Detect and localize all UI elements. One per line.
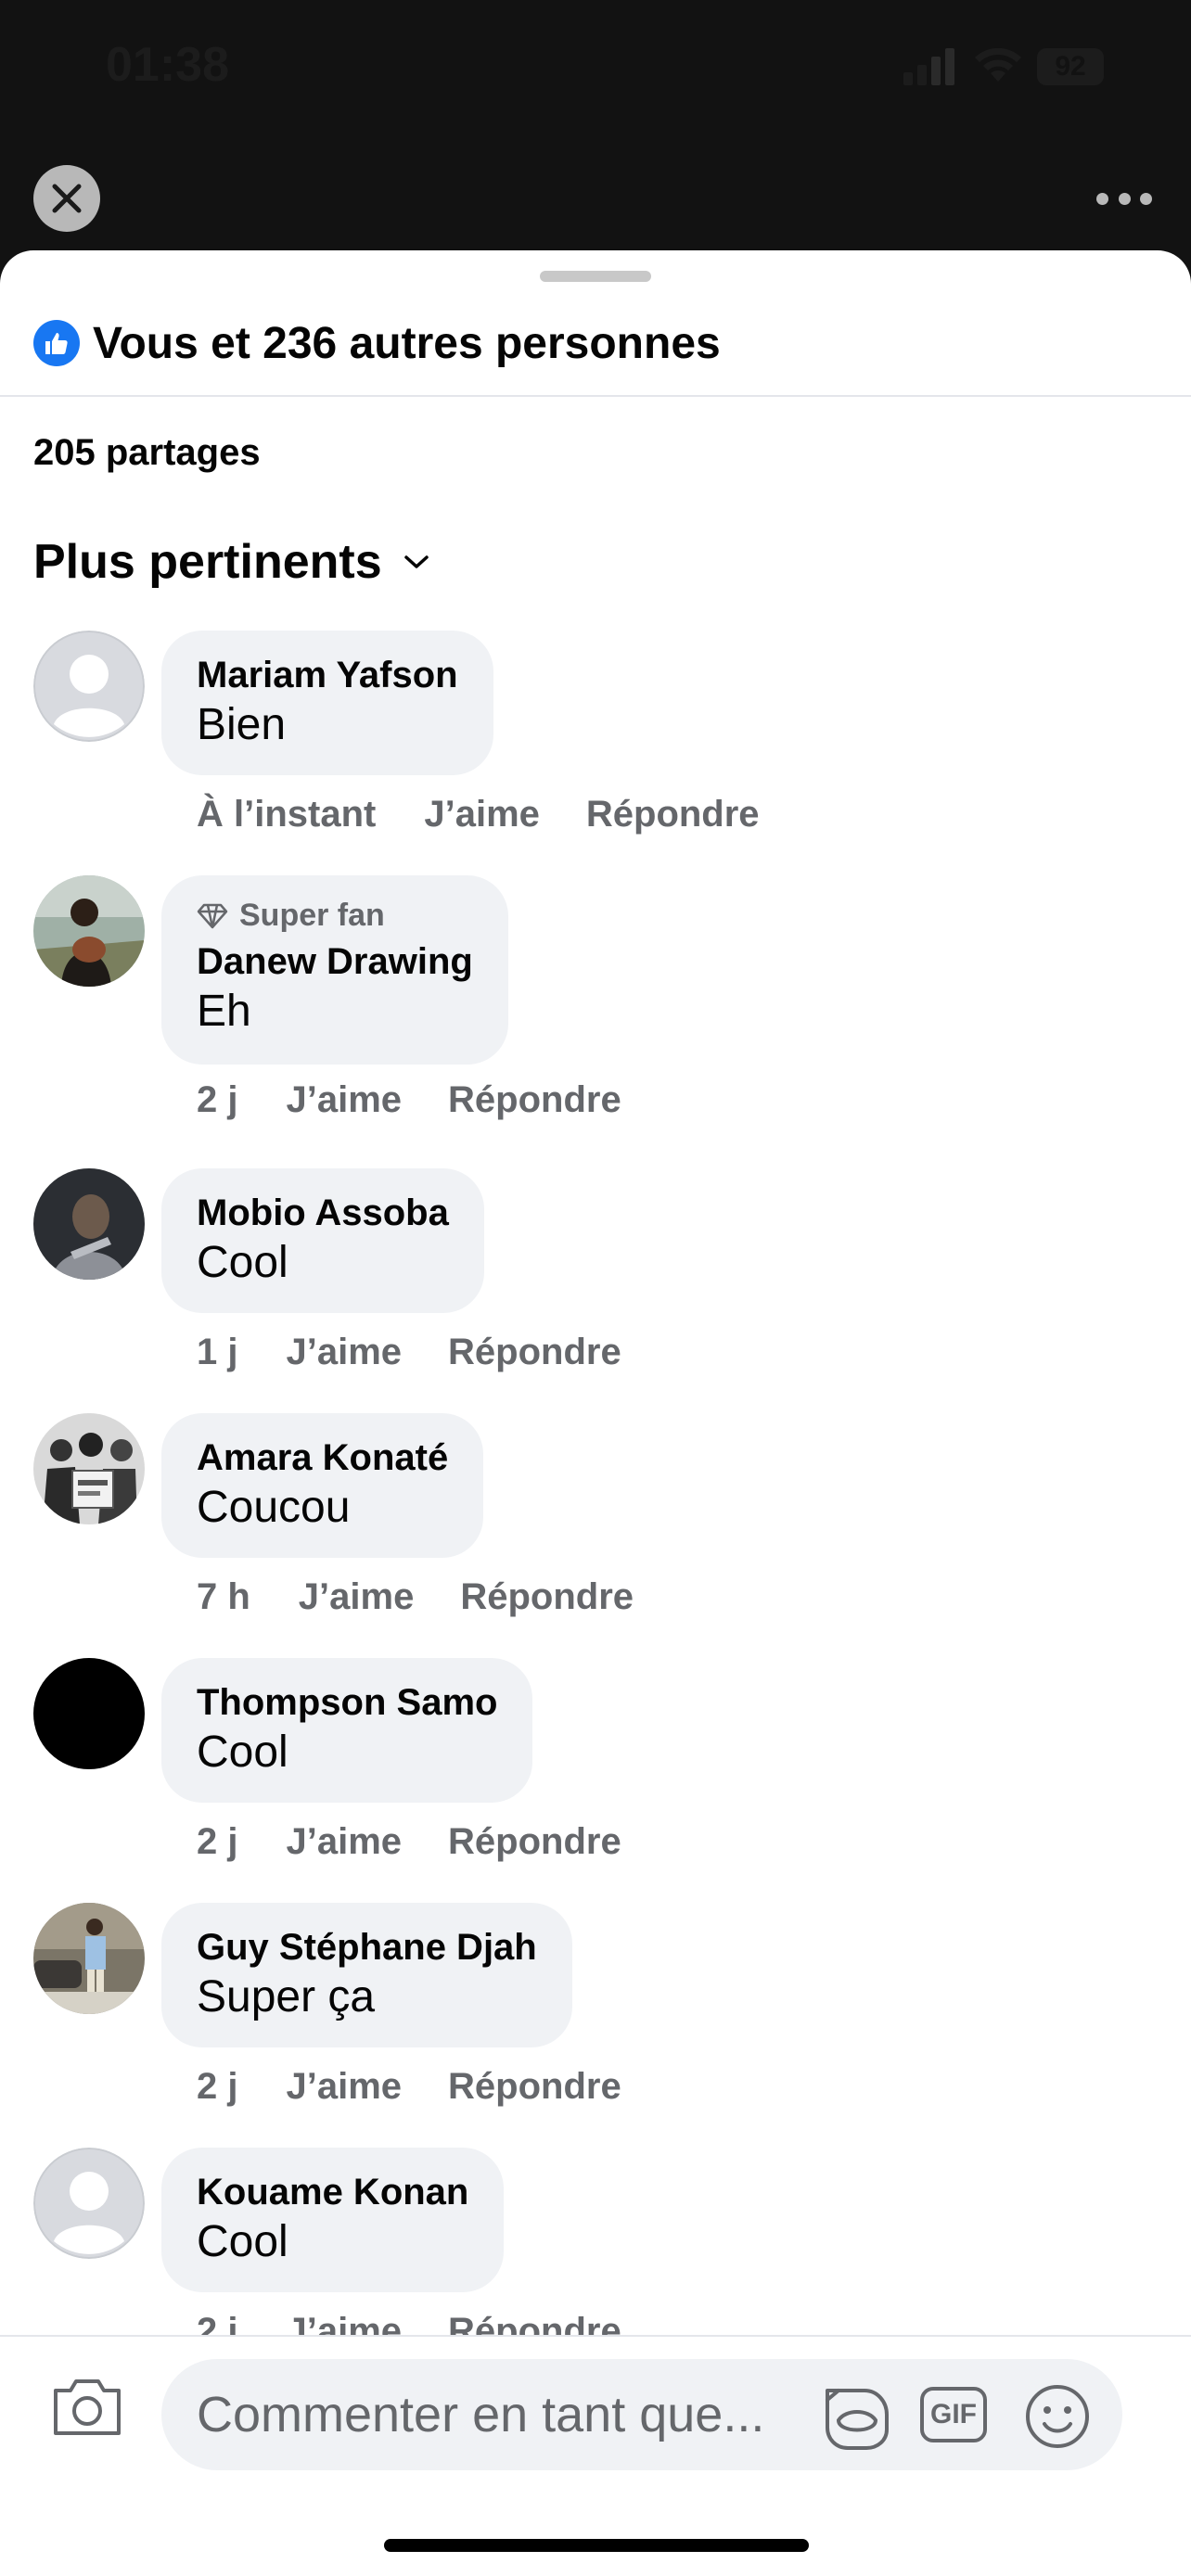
comment-author[interactable]: Amara Konaté (197, 1435, 448, 1480)
comment-timestamp: 2 j (197, 2066, 238, 2107)
more-dot (1096, 192, 1108, 205)
comment-item: Guy Stéphane Djah Super ça 2 j J’aime Ré… (0, 1903, 1191, 2148)
avatar[interactable] (33, 1903, 145, 2014)
reactions-summary[interactable]: Vous et 236 autres personnes (33, 315, 721, 371)
gif-button[interactable]: GIF (920, 2387, 987, 2442)
comment-text: Cool (197, 1238, 288, 1287)
wifi-icon (975, 47, 1021, 82)
battery-indicator: 92 (1037, 48, 1104, 85)
comment-input-container[interactable]: GIF (161, 2359, 1122, 2470)
like-button[interactable]: J’aime (299, 1576, 415, 1618)
reply-button[interactable]: Répondre (586, 794, 760, 835)
shares-count[interactable]: 205 partages (33, 432, 261, 474)
like-button[interactable]: J’aime (424, 794, 540, 835)
comment-timestamp: 2 j (197, 1079, 238, 1120)
comment-author[interactable]: Mariam Yafson (197, 653, 458, 697)
reactions-text: Vous et 236 autres personnes (93, 318, 721, 368)
comment-timestamp: 7 h (197, 1576, 250, 1617)
status-bar: 01:38 92 (0, 0, 1191, 139)
comment-bubble[interactable]: Super fan Danew Drawing Eh (161, 875, 508, 1065)
comment-author[interactable]: Kouame Konan (197, 2170, 468, 2214)
avatar[interactable] (33, 875, 145, 987)
like-button[interactable]: J’aime (286, 1079, 402, 1121)
comment-item: Mariam Yafson Bien À l’instant J’aime Ré… (0, 631, 1191, 875)
reply-button[interactable]: Répondre (448, 1821, 621, 1863)
more-options-button[interactable] (1096, 182, 1152, 215)
comment-text: Coucou (197, 1483, 351, 1532)
comment-item: Thompson Samo Cool 2 j J’aime Répondre (0, 1658, 1191, 1903)
divider (0, 395, 1191, 397)
diamond-icon (197, 903, 228, 928)
comments-list-continued: Mobio Assoba Cool 1 j J’aime Répondre Am… (0, 1168, 1191, 2392)
sort-label: Plus pertinents (33, 535, 382, 589)
comment-author[interactable]: Guy Stéphane Djah (197, 1925, 537, 1970)
comments-sheet: Vous et 236 autres personnes 205 partage… (0, 250, 1191, 2576)
comment-actions: 2 j J’aime Répondre (197, 1821, 621, 1863)
comment-bubble[interactable]: Thompson Samo Cool (161, 1658, 533, 1803)
sheet-grabber[interactable] (540, 271, 651, 282)
comment-actions: 2 j J’aime Répondre (197, 2066, 621, 2108)
more-dot (1118, 192, 1131, 205)
like-button[interactable]: J’aime (286, 1821, 402, 1863)
badge-label: Super fan (239, 898, 385, 933)
close-icon (52, 184, 82, 213)
avatar[interactable] (33, 631, 145, 742)
comment-text: Super ça (197, 1972, 376, 2021)
avatar[interactable] (33, 1168, 145, 1280)
comment-text: Cool (197, 2217, 288, 2266)
comment-text: Cool (197, 1728, 288, 1777)
comment-bubble[interactable]: Guy Stéphane Djah Super ça (161, 1903, 572, 2047)
comment-actions: À l’instant J’aime Répondre (197, 794, 760, 835)
comment-input[interactable] (195, 2385, 792, 2444)
reply-button[interactable]: Répondre (448, 2066, 621, 2108)
status-time: 01:38 (106, 38, 229, 92)
comment-author[interactable]: Danew Drawing (197, 939, 473, 984)
home-indicator (384, 2539, 809, 2552)
comment-text: Bien (197, 700, 287, 749)
emoji-icon[interactable] (1022, 2381, 1093, 2452)
like-reaction-icon (33, 320, 80, 366)
reply-button[interactable]: Répondre (448, 1332, 621, 1373)
comments-list: Mariam Yafson Bien À l’instant J’aime Ré… (0, 631, 1191, 1120)
comment-item: Amara Konaté Coucou 7 h J’aime Répondre (0, 1413, 1191, 1658)
close-button[interactable] (33, 165, 100, 232)
avatar[interactable] (33, 1658, 145, 1769)
comment-bubble[interactable]: Kouame Konan Cool (161, 2148, 505, 2292)
reply-button[interactable]: Répondre (448, 1079, 621, 1121)
sort-dropdown[interactable]: Plus pertinents (33, 534, 430, 590)
comment-timestamp: 2 j (197, 1821, 238, 1862)
like-button[interactable]: J’aime (286, 1332, 402, 1373)
comment-timestamp: À l’instant (197, 794, 377, 835)
comment-item: Super fan Danew Drawing Eh 2 j J’aime Ré… (0, 875, 1191, 1120)
like-button[interactable]: J’aime (286, 2066, 402, 2108)
chevron-down-icon (403, 555, 429, 568)
more-dot (1140, 192, 1152, 205)
comment-bubble[interactable]: Mobio Assoba Cool (161, 1168, 484, 1313)
comment-text: Eh (197, 987, 251, 1036)
comment-item: Mobio Assoba Cool 1 j J’aime Répondre (0, 1168, 1191, 1413)
comment-timestamp: 1 j (197, 1332, 238, 1372)
signal-icon (903, 48, 954, 85)
comment-author[interactable]: Thompson Samo (197, 1680, 497, 1725)
avatar[interactable] (33, 2148, 145, 2259)
avatar[interactable] (33, 1413, 145, 1524)
comment-actions: 1 j J’aime Répondre (197, 1332, 621, 1373)
reply-button[interactable]: Répondre (460, 1576, 634, 1618)
comment-actions: 7 h J’aime Répondre (197, 1576, 634, 1618)
avatar-sticker-icon[interactable] (820, 2381, 894, 2452)
camera-icon[interactable] (50, 2374, 124, 2439)
super-fan-badge: Super fan (197, 898, 473, 934)
gif-label: GIF (930, 2399, 977, 2429)
comment-bubble[interactable]: Mariam Yafson Bien (161, 631, 493, 775)
comment-bubble[interactable]: Amara Konaté Coucou (161, 1413, 484, 1558)
comment-actions: 2 j J’aime Répondre (197, 1079, 621, 1121)
comment-author[interactable]: Mobio Assoba (197, 1191, 449, 1235)
